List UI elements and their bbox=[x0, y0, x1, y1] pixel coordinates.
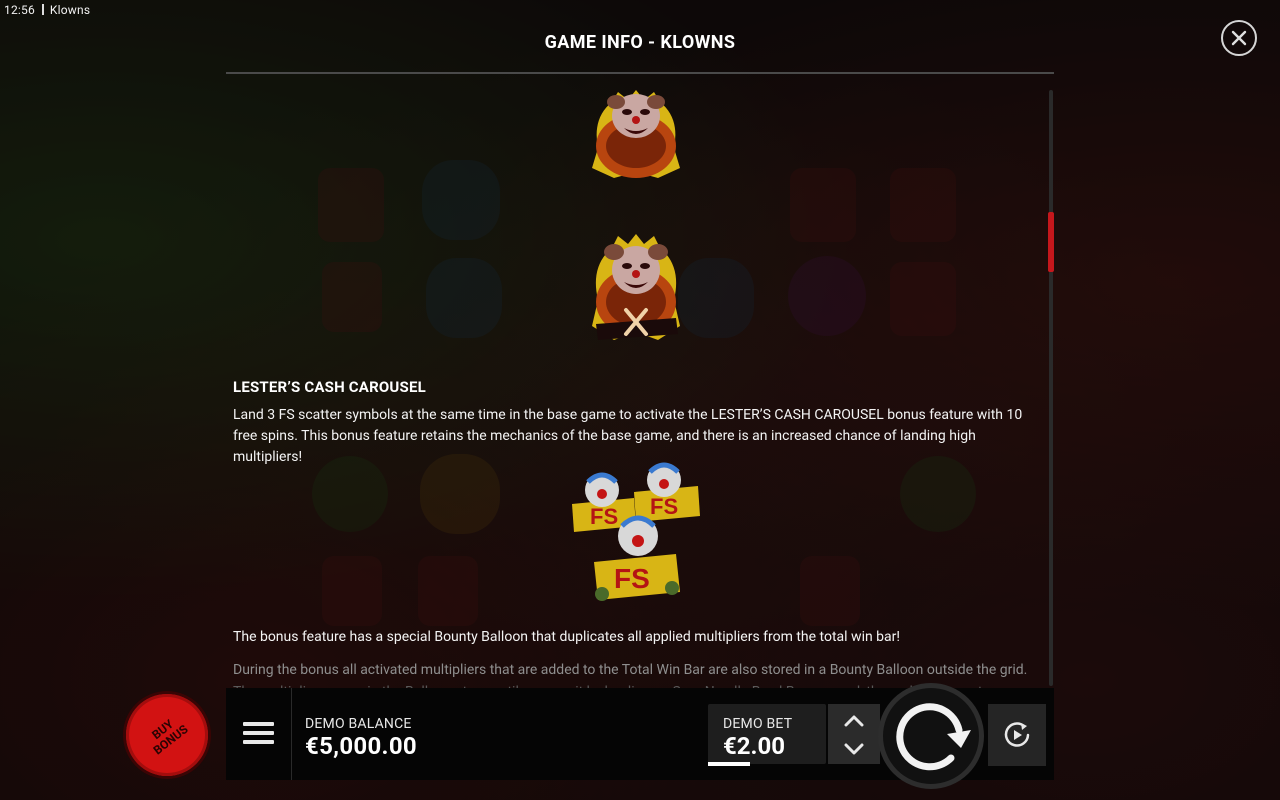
bet-panel[interactable]: DEMO BET €2.00 bbox=[708, 704, 826, 766]
bet-value: €2.00 bbox=[723, 732, 786, 760]
bonus-multiplier-description: During the bonus all activated multiplie… bbox=[233, 662, 1028, 678]
balance-value: €5,000.00 bbox=[305, 732, 417, 760]
scrollbar-thumb[interactable] bbox=[1048, 212, 1054, 272]
fs-scatter-symbol: FS FS FS bbox=[572, 462, 700, 601]
close-icon bbox=[1231, 30, 1247, 46]
bet-label: DEMO BET bbox=[723, 716, 793, 732]
spin-icon bbox=[896, 703, 971, 771]
menu-button[interactable] bbox=[226, 688, 292, 780]
clown-symbol bbox=[592, 90, 680, 178]
menu-icon bbox=[243, 722, 274, 726]
buy-bonus-button[interactable]: BUY BONUS bbox=[126, 694, 208, 776]
menu-icon-bar bbox=[243, 740, 274, 744]
menu-icon-bar bbox=[243, 731, 274, 735]
clown-x-symbol bbox=[592, 234, 680, 340]
bet-decrease-icon[interactable] bbox=[844, 742, 864, 756]
status-time: 12:56 bbox=[4, 3, 35, 17]
info-content[interactable]: LESTER’S CASH CAROUSEL Land 3 FS scatter… bbox=[226, 74, 1048, 696]
fs-label-3: FS bbox=[614, 563, 650, 594]
status-app-name: Klowns bbox=[49, 3, 91, 17]
feature-description: Land 3 FS scatter symbols at the same ti… bbox=[233, 407, 1023, 465]
spin-button[interactable] bbox=[878, 683, 984, 789]
section-title: LESTER’S CASH CAROUSEL bbox=[233, 378, 426, 396]
autoplay-icon bbox=[1004, 722, 1030, 747]
close-button[interactable] bbox=[1221, 20, 1257, 56]
page-title: GAME INFO - KLOWNS bbox=[544, 32, 736, 53]
bet-stepper[interactable] bbox=[828, 704, 880, 764]
balance-label: DEMO BALANCE bbox=[305, 716, 412, 732]
status-bar: 12:56 Klowns bbox=[0, 0, 90, 20]
status-separator bbox=[41, 4, 44, 15]
scrollbar-track[interactable] bbox=[1049, 90, 1053, 686]
bet-increase-icon[interactable] bbox=[844, 714, 864, 728]
fs-label-2: FS bbox=[650, 494, 678, 519]
fs-label-1: FS bbox=[590, 504, 618, 529]
bet-indicator bbox=[708, 762, 750, 766]
autoplay-button[interactable] bbox=[988, 704, 1046, 766]
bounty-balloon-description: The bonus feature has a special Bounty B… bbox=[233, 629, 901, 645]
